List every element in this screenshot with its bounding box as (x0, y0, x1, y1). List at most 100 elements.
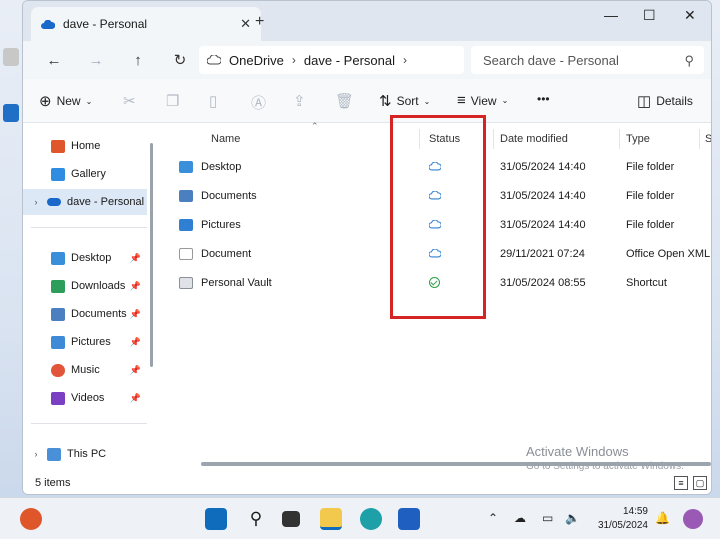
sort-button[interactable]: ⇅ Sort ⌄ (379, 92, 430, 110)
chevron-right-icon[interactable]: › (292, 53, 296, 67)
file-name: Document (201, 248, 252, 260)
search-icon[interactable]: ⚲ (245, 508, 267, 530)
sidebar-item-gallery[interactable]: Gallery (23, 161, 147, 187)
column-header-date[interactable]: Date modified (500, 133, 568, 145)
onedrive-tray-icon[interactable]: ☁ (514, 511, 526, 525)
refresh-button[interactable]: ↻ (159, 51, 201, 69)
chevron-right-icon[interactable]: › (31, 197, 41, 207)
delete-button[interactable]: 🗑 (335, 92, 354, 110)
column-divider[interactable] (619, 129, 620, 149)
chevron-down-icon: ⌄ (423, 96, 431, 106)
copy-icon: ❐ (166, 93, 180, 110)
minimize-button[interactable]: — (604, 7, 618, 23)
copilot-icon[interactable] (683, 509, 703, 529)
rename-icon: Ⓐ (251, 95, 267, 112)
more-label: ••• (537, 92, 550, 106)
sidebar-item-videos[interactable]: Videos 📌 (23, 385, 147, 411)
pin-icon[interactable]: 📌 (130, 393, 141, 404)
file-type: File folder (626, 190, 675, 202)
chevron-up-icon[interactable]: ⌃ (488, 511, 498, 525)
documents-icon (51, 307, 65, 321)
file-type: Shortcut (626, 277, 667, 289)
pin-icon[interactable]: 📌 (130, 365, 141, 376)
vault-shortcut-icon (179, 277, 193, 289)
view-button[interactable]: ≡ View ⌄ (457, 92, 508, 109)
widgets-icon[interactable] (20, 508, 42, 530)
breadcrumb-onedrive[interactable]: OneDrive (229, 53, 284, 68)
pin-icon[interactable]: 📌 (130, 253, 141, 264)
sidebar-item-label: dave - Personal (67, 196, 145, 208)
sidebar-item-label: Pictures (71, 336, 111, 348)
sidebar-item-desktop[interactable]: Desktop 📌 (23, 245, 147, 271)
forward-button[interactable]: → (75, 52, 117, 69)
activation-watermark-subtitle: Go to Settings to activate Windows. (526, 461, 684, 472)
sidebar-item-dave-personal[interactable]: › dave - Personal (23, 189, 147, 215)
up-button[interactable]: ↑ (117, 52, 159, 69)
search-input[interactable]: Search dave - Personal ⚲ (471, 46, 704, 74)
sidebar-item-home[interactable]: Home (23, 133, 147, 159)
chevron-right-icon[interactable]: › (31, 449, 41, 459)
clipboard-icon: ▯ (209, 93, 218, 110)
column-divider[interactable] (493, 129, 494, 149)
system-clock[interactable]: 14:59 31/05/2024 (592, 505, 648, 533)
file-date: 31/05/2024 14:40 (500, 219, 586, 231)
taskbar: ⚲ ⌃ ☁ ▭ 🔈 14:59 31/05/2024 🔔 (0, 497, 720, 539)
column-header-type[interactable]: Type (626, 133, 650, 145)
desktop-file-icon[interactable] (3, 48, 19, 66)
new-tab-button[interactable]: + (255, 13, 264, 31)
start-windows-icon[interactable] (205, 508, 227, 530)
file-name: Personal Vault (201, 277, 272, 289)
column-header-name[interactable]: Name (211, 133, 240, 145)
task-view-icon[interactable] (282, 511, 300, 527)
chevron-right-icon[interactable]: › (403, 53, 407, 67)
column-header-size[interactable]: S (705, 133, 711, 145)
close-window-button[interactable]: ✕ (684, 7, 696, 24)
details-view-icon[interactable]: ≡ (674, 476, 688, 490)
sidebar-item-this-pc[interactable]: › This PC (23, 441, 147, 467)
store-icon[interactable] (398, 508, 420, 530)
paste-button[interactable]: ▯ (209, 92, 217, 110)
sidebar-item-pictures[interactable]: Pictures 📌 (23, 329, 147, 355)
edge-browser-icon[interactable] (360, 508, 382, 530)
item-count: 5 items (35, 477, 71, 489)
close-tab-button[interactable]: ✕ (240, 16, 251, 32)
new-label: New (56, 94, 81, 108)
breadcrumb-dave-personal[interactable]: dave - Personal (304, 53, 395, 68)
maximize-button[interactable]: ☐ (643, 7, 656, 24)
cut-button[interactable]: ✂ (123, 92, 136, 110)
sidebar-scrollbar[interactable] (150, 143, 153, 367)
status-bar: 5 items ≡ ▢ (23, 471, 711, 494)
pin-icon[interactable]: 📌 (130, 309, 141, 320)
new-button[interactable]: ⊕ New ⌄ (39, 92, 92, 110)
volume-icon[interactable]: 🔈 (565, 511, 580, 525)
sort-indicator-icon: ⌃ (311, 121, 319, 131)
tiles-view-icon[interactable]: ▢ (693, 476, 707, 490)
details-label: Details (656, 94, 693, 108)
scissors-icon: ✂ (123, 93, 136, 110)
sort-icon: ⇅ (379, 93, 392, 110)
share-icon: ⇪ (293, 93, 306, 110)
file-type: Office Open XML ... (626, 248, 711, 260)
navigation-pane: Home Gallery › dave - Personal Desktop 📌… (23, 125, 149, 471)
back-button[interactable]: ← (33, 52, 75, 69)
sidebar-item-downloads[interactable]: Downloads 📌 (23, 273, 147, 299)
chevron-down-icon: ⌄ (85, 96, 93, 106)
share-button[interactable]: ⇪ (293, 92, 306, 110)
network-icon[interactable]: ▭ (542, 511, 553, 525)
notification-bell-icon[interactable]: 🔔 (655, 511, 670, 525)
clock-date: 31/05/2024 (597, 520, 648, 531)
address-bar[interactable]: OneDrive › dave - Personal › (199, 46, 464, 74)
pin-icon[interactable]: 📌 (130, 281, 141, 292)
download-icon (51, 279, 65, 293)
sidebar-item-music[interactable]: Music 📌 (23, 357, 147, 383)
pin-icon[interactable]: 📌 (130, 337, 141, 348)
desktop-app-icon[interactable] (3, 104, 19, 122)
column-divider[interactable] (699, 129, 700, 149)
more-options-button[interactable]: ••• (537, 92, 550, 106)
copy-button[interactable]: ❐ (166, 92, 179, 110)
details-button[interactable]: ◫ Details (637, 92, 693, 110)
tab-dave-personal[interactable]: dave - Personal ✕ (31, 7, 261, 41)
rename-button[interactable]: Ⓐ (251, 92, 266, 113)
sidebar-item-documents[interactable]: Documents 📌 (23, 301, 147, 327)
file-explorer-icon[interactable] (320, 508, 342, 530)
